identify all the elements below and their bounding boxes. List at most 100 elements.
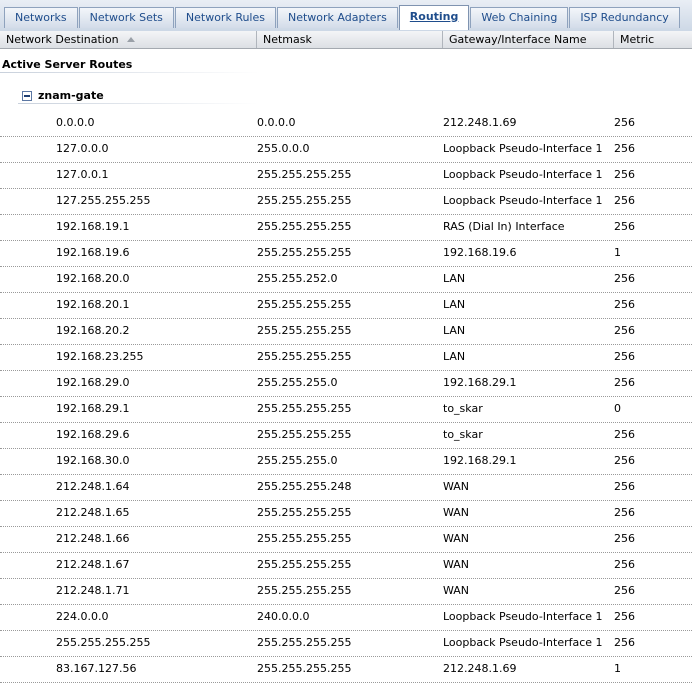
cell-metric: 256 (614, 194, 635, 207)
table-row[interactable]: 192.168.30.0 255.255.255.0 192.168.29.1 256 (0, 449, 692, 475)
cell-metric: 256 (614, 142, 635, 155)
table-row[interactable]: 192.168.19.6 255.255.255.255 192.168.19.6 1 (0, 241, 692, 267)
cell-netmask: 255.255.255.255 (257, 584, 352, 597)
column-header-metric[interactable]: Metric (614, 31, 692, 48)
tab-isp-redundancy[interactable]: ISP Redundancy (569, 7, 680, 28)
table-row[interactable]: 255.255.255.255 255.255.255.255 Loopback P… (0, 631, 692, 657)
cell-metric: 256 (614, 324, 635, 337)
cell-destination: 0.0.0.0 (56, 116, 95, 129)
cell-gateway: WAN (443, 506, 470, 519)
collapse-icon[interactable] (22, 90, 32, 101)
cell-netmask: 240.0.0.0 (257, 610, 310, 623)
group-header-znam-gate[interactable]: znam-gate (22, 89, 104, 102)
table-row[interactable]: 127.0.0.0 255.0.0.0 Loopback Pseudo-Interf… (0, 137, 692, 163)
tab-web-chaining[interactable]: Web Chaining (470, 7, 569, 28)
cell-netmask: 0.0.0.0 (257, 116, 296, 129)
table-row[interactable]: 212.248.1.65 255.255.255.255 WAN 256 (0, 501, 692, 527)
table-row[interactable]: 212.248.1.71 255.255.255.255 WAN 256 (0, 579, 692, 605)
cell-metric: 256 (614, 350, 635, 363)
cell-destination: 192.168.20.2 (56, 324, 130, 337)
cell-gateway: 212.248.1.69 (443, 662, 517, 675)
cell-gateway: Loopback Pseudo-Interface 1 (443, 636, 603, 649)
cell-netmask: 255.0.0.0 (257, 142, 310, 155)
cell-netmask: 255.255.255.248 (257, 480, 352, 493)
column-header-netmask[interactable]: Netmask (257, 31, 443, 48)
cell-destination: 127.0.0.0 (56, 142, 109, 155)
cell-netmask: 255.255.255.255 (257, 402, 352, 415)
table-row[interactable]: 83.167.127.56 255.255.255.255 212.248.1.69… (0, 657, 692, 683)
cell-netmask: 255.255.255.255 (257, 662, 352, 675)
tab-network-adapters[interactable]: Network Adapters (277, 7, 398, 28)
cell-destination: 212.248.1.71 (56, 584, 130, 597)
table-row[interactable]: 127.255.255.255 255.255.255.255 Loopback P… (0, 189, 692, 215)
cell-metric: 256 (614, 116, 635, 129)
cell-netmask: 255.255.255.255 (257, 506, 352, 519)
cell-metric: 256 (614, 558, 635, 571)
cell-gateway: 192.168.29.1 (443, 454, 517, 467)
group-divider (18, 103, 258, 104)
cell-gateway: LAN (443, 272, 466, 285)
cell-destination: 192.168.29.6 (56, 428, 130, 441)
cell-gateway: WAN (443, 532, 470, 545)
cell-netmask: 255.255.255.255 (257, 246, 352, 259)
cell-destination: 192.168.29.1 (56, 402, 130, 415)
table-row[interactable]: 212.248.1.64 255.255.255.248 WAN 256 (0, 475, 692, 501)
cell-netmask: 255.255.255.255 (257, 324, 352, 337)
tab-networks[interactable]: Networks (4, 7, 78, 28)
cell-destination: 192.168.19.6 (56, 246, 130, 259)
section-divider (0, 72, 260, 73)
routes-table: 0.0.0.0 0.0.0.0 212.248.1.69 256 127.0.0.0 25… (0, 111, 692, 683)
cell-gateway: WAN (443, 584, 470, 597)
cell-destination: 127.0.0.1 (56, 168, 109, 181)
cell-gateway: RAS (Dial In) Interface (443, 220, 565, 233)
table-row[interactable]: 192.168.20.1 255.255.255.255 LAN 256 (0, 293, 692, 319)
cell-gateway: Loopback Pseudo-Interface 1 (443, 610, 603, 623)
table-row[interactable]: 192.168.29.0 255.255.255.0 192.168.29.1 256 (0, 371, 692, 397)
cell-gateway: LAN (443, 298, 466, 311)
table-row[interactable]: 0.0.0.0 0.0.0.0 212.248.1.69 256 (0, 111, 692, 137)
table-row[interactable]: 224.0.0.0 240.0.0.0 Loopback Pseudo-Interf… (0, 605, 692, 631)
cell-metric: 0 (614, 402, 621, 415)
cell-metric: 256 (614, 376, 635, 389)
table-row[interactable]: 212.248.1.67 255.255.255.255 WAN 256 (0, 553, 692, 579)
cell-metric: 256 (614, 428, 635, 441)
column-header-gateway[interactable]: Gateway/Interface Name (443, 31, 614, 48)
cell-gateway: WAN (443, 558, 470, 571)
cell-gateway: 192.168.29.1 (443, 376, 517, 389)
cell-netmask: 255.255.255.255 (257, 558, 352, 571)
cell-metric: 256 (614, 298, 635, 311)
cell-netmask: 255.255.252.0 (257, 272, 338, 285)
table-row[interactable]: 192.168.29.6 255.255.255.255 to_skar 256 (0, 423, 692, 449)
cell-destination: 192.168.30.0 (56, 454, 130, 467)
cell-gateway: to_skar (443, 428, 483, 441)
cell-destination: 212.248.1.65 (56, 506, 130, 519)
cell-destination: 212.248.1.66 (56, 532, 130, 545)
cell-netmask: 255.255.255.0 (257, 454, 338, 467)
tab-network-sets[interactable]: Network Sets (78, 7, 174, 28)
table-row[interactable]: 212.248.1.66 255.255.255.255 WAN 256 (0, 527, 692, 553)
column-header-gateway-label: Gateway/Interface Name (449, 33, 587, 46)
cell-metric: 1 (614, 246, 621, 259)
table-row[interactable]: 192.168.29.1 255.255.255.255 to_skar 0 (0, 397, 692, 423)
table-row[interactable]: 127.0.0.1 255.255.255.255 Loopback Pseudo-… (0, 163, 692, 189)
cell-metric: 256 (614, 168, 635, 181)
cell-gateway: 192.168.19.6 (443, 246, 517, 259)
cell-gateway: WAN (443, 480, 470, 493)
column-header-destination[interactable]: Network Destination (0, 31, 257, 48)
table-row[interactable]: 192.168.19.1 255.255.255.255 RAS (Dial In)… (0, 215, 692, 241)
cell-metric: 256 (614, 610, 635, 623)
table-row[interactable]: 192.168.20.2 255.255.255.255 LAN 256 (0, 319, 692, 345)
cell-gateway: Loopback Pseudo-Interface 1 (443, 194, 603, 207)
table-row[interactable]: 192.168.23.255 255.255.255.255 LAN 256 (0, 345, 692, 371)
tab-network-rules[interactable]: Network Rules (174, 7, 276, 28)
cell-netmask: 255.255.255.255 (257, 194, 352, 207)
cell-destination: 127.255.255.255 (56, 194, 151, 207)
cell-netmask: 255.255.255.255 (257, 350, 352, 363)
table-row[interactable]: 192.168.20.0 255.255.252.0 LAN 256 (0, 267, 692, 293)
tab-routing[interactable]: Routing (398, 5, 470, 30)
cell-metric: 256 (614, 636, 635, 649)
cell-gateway: to_skar (443, 402, 483, 415)
cell-gateway: LAN (443, 350, 466, 363)
cell-metric: 256 (614, 454, 635, 467)
cell-destination: 192.168.29.0 (56, 376, 130, 389)
